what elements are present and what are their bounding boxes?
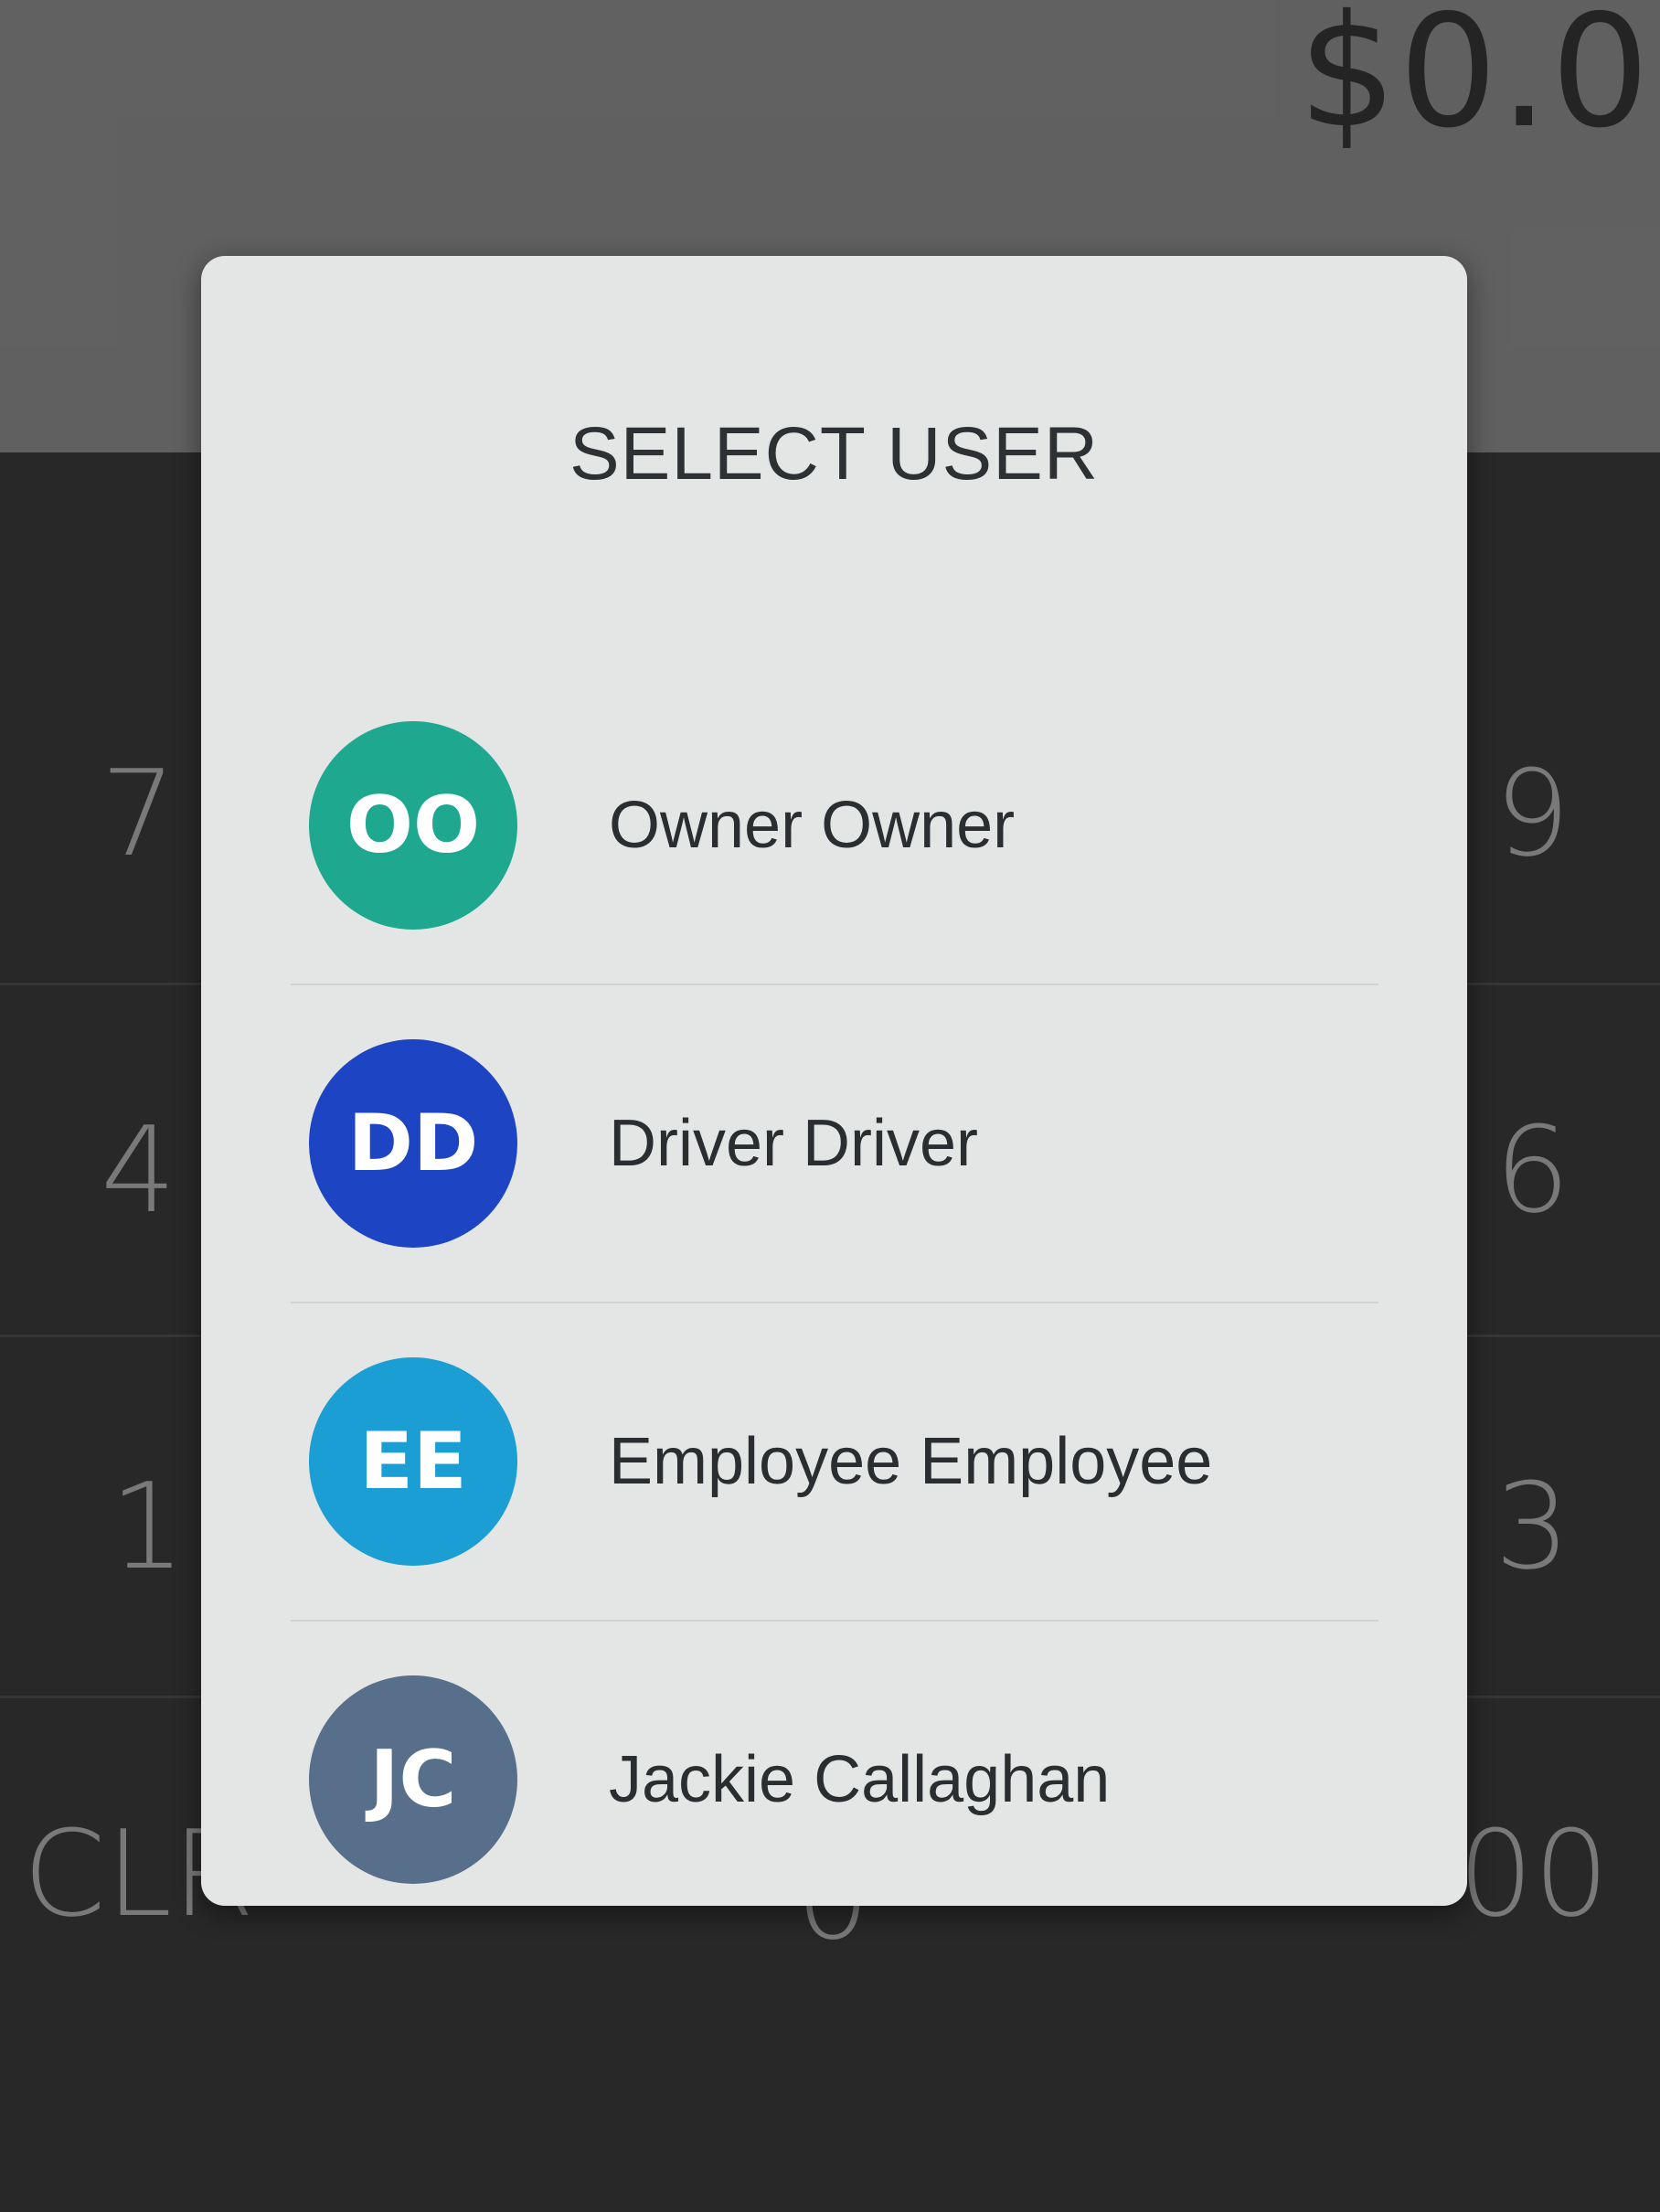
user-item-employee[interactable]: EE Employee Employee: [291, 1302, 1378, 1620]
select-user-dialog: SELECT USER OO Owner Owner DD Driver Dri…: [201, 256, 1467, 1906]
avatar-initials: JC: [369, 1734, 457, 1825]
user-name: Owner Owner: [609, 789, 1016, 862]
avatar-initials: OO: [346, 780, 481, 871]
avatar: EE: [309, 1357, 517, 1566]
user-item-driver[interactable]: DD Driver Driver: [291, 984, 1378, 1302]
user-item-jackie-callaghan[interactable]: JC Jackie Callaghan: [291, 1620, 1378, 1906]
pos-screen: $0.00 7 9 4 6 1 3 CLR 0 00 SELECT USER O…: [0, 0, 1660, 2212]
user-name: Jackie Callaghan: [609, 1743, 1111, 1816]
user-item-owner[interactable]: OO Owner Owner: [291, 667, 1378, 984]
avatar: JC: [309, 1675, 517, 1884]
user-name: Driver Driver: [609, 1107, 978, 1180]
user-list: OO Owner Owner DD Driver Driver EE Emplo…: [291, 667, 1378, 1906]
avatar-initials: DD: [347, 1098, 479, 1189]
avatar: DD: [309, 1039, 517, 1248]
user-name: Employee Employee: [609, 1425, 1213, 1498]
dialog-title: SELECT USER: [569, 412, 1100, 495]
avatar-initials: EE: [359, 1416, 467, 1507]
avatar: OO: [309, 721, 517, 930]
